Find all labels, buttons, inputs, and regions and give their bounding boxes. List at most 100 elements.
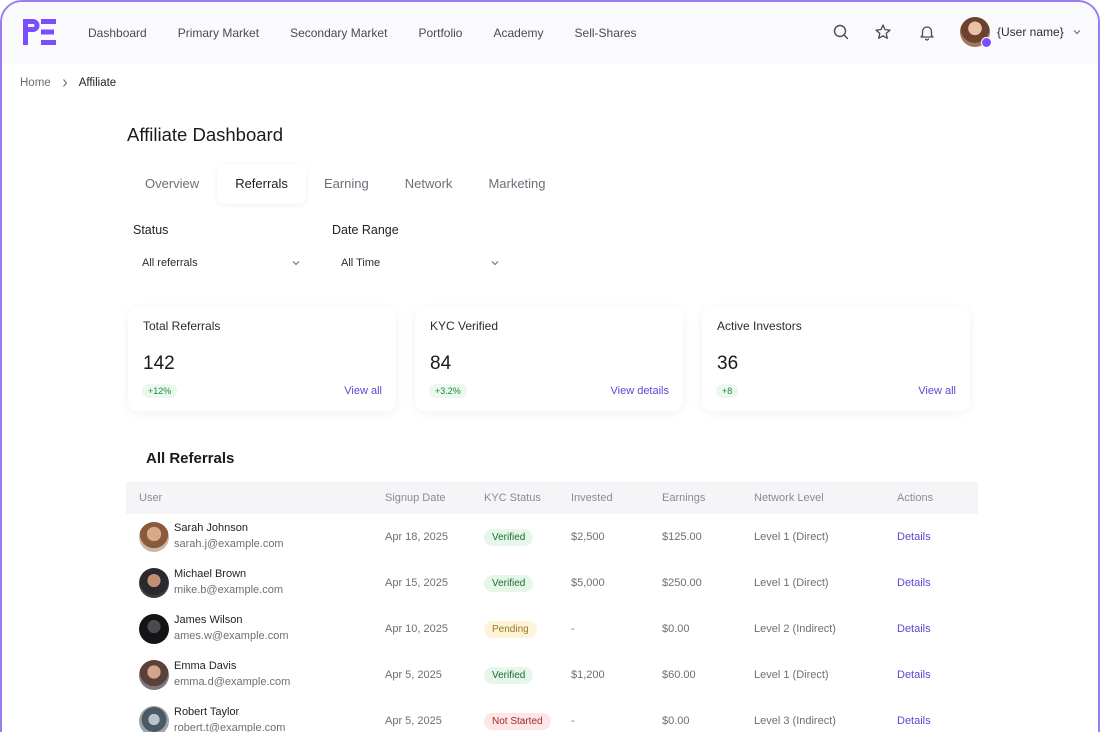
date-range-select-value: All Time xyxy=(341,257,381,269)
details-link[interactable]: Details xyxy=(897,715,967,727)
invested-value: - xyxy=(571,715,575,727)
details-link[interactable]: Details xyxy=(897,669,967,681)
user-cell: James Wilson ames.w@example.com xyxy=(126,613,385,645)
avatar xyxy=(139,568,169,598)
avatar xyxy=(960,17,992,48)
kyc-status-badge: Verified xyxy=(484,528,534,546)
bell-icon[interactable] xyxy=(918,23,936,41)
column-header-network-level: Network Level xyxy=(754,492,824,504)
avatar xyxy=(139,660,169,690)
earnings-value: $250.00 xyxy=(662,577,702,589)
stat-change-badge: +12% xyxy=(142,384,178,398)
user-menu[interactable]: {User name} xyxy=(960,16,1082,48)
date-range-filter-label: Date Range xyxy=(332,223,399,237)
table-row: Robert Taylor robert.t@example.com Apr 5,… xyxy=(126,698,978,732)
stat-card-active-investors: Active Investors 36 +8 View all xyxy=(702,307,970,411)
table-header: User Signup Date KYC Status Invested Ear… xyxy=(126,482,978,514)
stat-card-total-referrals: Total Referrals 142 +12% View all xyxy=(128,307,396,411)
network-level: Level 2 (Indirect) xyxy=(754,623,836,635)
nav-dashboard[interactable]: Dashboard xyxy=(88,26,147,40)
user-cell: Sarah Johnson sarah.j@example.com xyxy=(126,521,385,553)
view-all-link[interactable]: View all xyxy=(344,385,382,397)
nav-sell-shares[interactable]: Sell-Shares xyxy=(575,26,637,40)
invested-value: - xyxy=(571,623,575,635)
tab-marketing[interactable]: Marketing xyxy=(470,164,563,204)
signup-date: Apr 10, 2025 xyxy=(385,623,448,635)
table-row: Emma Davis emma.d@example.com Apr 5, 2025… xyxy=(126,652,978,698)
referrals-table: User Signup Date KYC Status Invested Ear… xyxy=(126,482,978,732)
user-name: Sarah Johnson xyxy=(174,522,248,534)
network-level: Level 3 (Indirect) xyxy=(754,715,836,727)
user-name: Michael Brown xyxy=(174,568,247,580)
chevron-down-icon xyxy=(292,261,300,266)
user-email: ames.w@example.com xyxy=(174,630,289,642)
user-email: sarah.j@example.com xyxy=(174,538,284,550)
column-header-user: User xyxy=(139,492,163,504)
network-level: Level 1 (Direct) xyxy=(754,669,829,681)
stat-label: KYC Verified xyxy=(430,319,499,333)
user-cell: Michael Brown mike.b@example.com xyxy=(126,567,385,599)
star-icon[interactable] xyxy=(874,23,892,41)
signup-date: Apr 5, 2025 xyxy=(385,669,442,681)
tab-earning[interactable]: Earning xyxy=(306,164,387,204)
date-range-select[interactable]: All Time xyxy=(332,248,508,278)
network-level: Level 1 (Direct) xyxy=(754,531,829,543)
tab-bar: Overview Referrals Earning Network Marke… xyxy=(127,164,564,204)
nav-primary-market[interactable]: Primary Market xyxy=(178,26,259,40)
table-row: Michael Brown mike.b@example.com Apr 15, … xyxy=(126,560,978,606)
invested-value: $5,000 xyxy=(571,577,605,589)
status-select[interactable]: All referrals xyxy=(133,248,309,278)
user-name: James Wilson xyxy=(174,614,243,626)
stat-value: 36 xyxy=(717,353,739,374)
avatar xyxy=(139,522,169,552)
column-header-earnings: Earnings xyxy=(662,492,706,504)
app-frame: Dashboard Primary Market Secondary Marke… xyxy=(0,0,1100,732)
details-link[interactable]: Details xyxy=(897,623,967,635)
nav-secondary-market[interactable]: Secondary Market xyxy=(290,26,387,40)
breadcrumb: Home Affiliate xyxy=(20,77,116,89)
stat-card-kyc-verified: KYC Verified 84 +3.2% View details xyxy=(415,307,683,411)
status-select-value: All referrals xyxy=(142,257,198,269)
tab-overview[interactable]: Overview xyxy=(127,164,217,204)
chevron-right-icon xyxy=(62,79,67,87)
earnings-value: $0.00 xyxy=(662,715,690,727)
search-icon[interactable] xyxy=(832,23,850,41)
user-name: {User name} xyxy=(997,25,1064,39)
column-header-kyc-status: KYC Status xyxy=(484,492,541,504)
view-all-link[interactable]: View all xyxy=(918,385,956,397)
stat-change-badge: +8 xyxy=(716,384,739,398)
logo[interactable] xyxy=(20,16,58,48)
stat-label: Active Investors xyxy=(717,319,802,333)
signup-date: Apr 18, 2025 xyxy=(385,531,448,543)
referrals-section-title: All Referrals xyxy=(146,450,235,467)
breadcrumb-home[interactable]: Home xyxy=(20,77,51,89)
column-header-signup-date: Signup Date xyxy=(385,492,446,504)
breadcrumb-current: Affiliate xyxy=(78,77,117,89)
signup-date: Apr 5, 2025 xyxy=(385,715,442,727)
nav-portfolio[interactable]: Portfolio xyxy=(418,26,462,40)
details-link[interactable]: Details xyxy=(897,531,967,543)
user-name: Emma Davis xyxy=(174,660,237,672)
view-details-link[interactable]: View details xyxy=(611,385,670,397)
user-cell: Emma Davis emma.d@example.com xyxy=(126,659,385,691)
network-level: Level 1 (Direct) xyxy=(754,577,829,589)
column-header-invested: Invested xyxy=(571,492,613,504)
nav-academy[interactable]: Academy xyxy=(493,26,543,40)
chevron-down-icon xyxy=(1073,30,1081,35)
kyc-status-badge: Pending xyxy=(484,620,537,638)
earnings-value: $0.00 xyxy=(662,623,690,635)
avatar xyxy=(139,706,169,732)
user-email: robert.t@example.com xyxy=(174,722,286,732)
earnings-value: $60.00 xyxy=(662,669,696,681)
kyc-status-badge: Verified xyxy=(484,574,534,592)
user-email: mike.b@example.com xyxy=(174,584,283,596)
stat-value: 142 xyxy=(143,353,175,374)
details-link[interactable]: Details xyxy=(897,577,967,589)
invested-value: $1,200 xyxy=(571,669,605,681)
kyc-status-badge: Verified xyxy=(484,666,534,684)
tab-network[interactable]: Network xyxy=(387,164,471,204)
top-header: Dashboard Primary Market Secondary Marke… xyxy=(2,2,1098,64)
tab-referrals[interactable]: Referrals xyxy=(217,164,306,204)
chevron-down-icon xyxy=(491,261,499,266)
stat-value: 84 xyxy=(430,353,452,374)
